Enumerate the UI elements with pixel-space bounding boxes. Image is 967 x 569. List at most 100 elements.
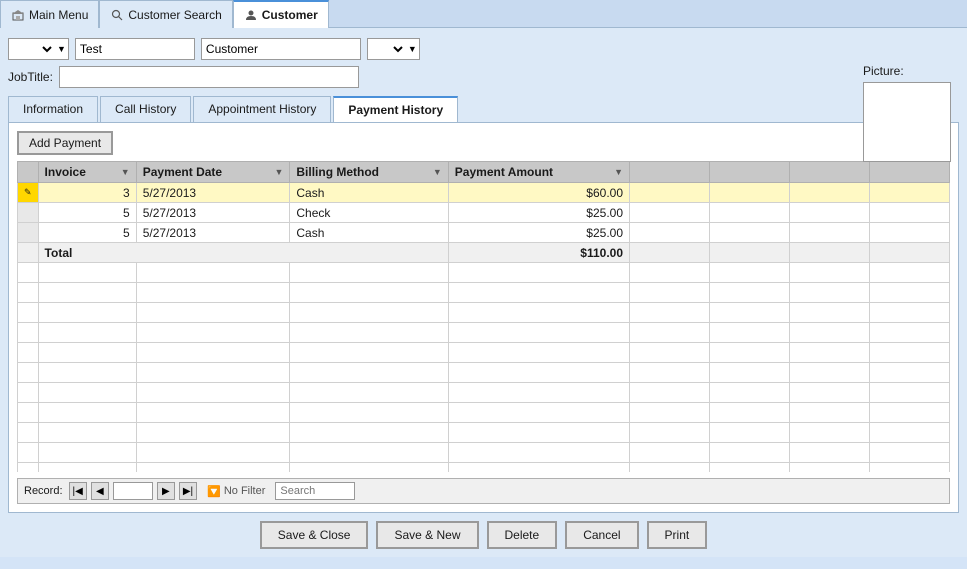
empty-row xyxy=(18,383,950,403)
suffix-arrow-icon: ▼ xyxy=(406,44,419,54)
home-icon xyxy=(11,8,25,22)
billing-method-sort-icon: ▼ xyxy=(433,167,442,177)
cell-extra-3-2 xyxy=(790,203,870,223)
cell-payment-amount-1: $60.00 xyxy=(448,183,629,203)
cell-invoice-1: 3 xyxy=(38,183,136,203)
tab-information[interactable]: Information xyxy=(8,96,98,122)
tab-appointment-history[interactable]: Appointment History xyxy=(193,96,331,122)
payment-table: Invoice ▼ Payment Date ▼ xyxy=(17,161,950,472)
filter-icon: 🔽 xyxy=(207,485,221,498)
content-tabs-wrapper: Information Call History Appointment His… xyxy=(0,96,967,513)
tab-payment-history[interactable]: Payment History xyxy=(333,96,458,122)
cell-billing-method-1: Cash xyxy=(290,183,448,203)
person-icon xyxy=(244,8,258,22)
cell-invoice-2: 5 xyxy=(38,203,136,223)
cell-extra-3-1 xyxy=(790,183,870,203)
row-indicator-2 xyxy=(18,203,39,223)
record-search-input[interactable] xyxy=(275,482,355,500)
col-extra-2-header xyxy=(710,162,790,183)
tab-customer-label: Customer xyxy=(262,8,318,22)
cancel-button[interactable]: Cancel xyxy=(565,521,638,549)
cell-extra-2-2 xyxy=(710,203,790,223)
invoice-sort-icon: ▼ xyxy=(121,167,130,177)
save-close-button[interactable]: Save & Close xyxy=(260,521,369,549)
suffix-select[interactable]: Jr. Sr. II III xyxy=(368,39,406,59)
total-amount-cell: $110.00 xyxy=(448,243,629,263)
title-bar: Main Menu Customer Search Customer xyxy=(0,0,967,28)
tab-main-menu-label: Main Menu xyxy=(29,8,88,22)
cell-payment-date-2: 5/27/2013 xyxy=(136,203,290,223)
cell-extra-1-1 xyxy=(630,183,710,203)
col-payment-date-header[interactable]: Payment Date ▼ xyxy=(136,162,290,183)
empty-row xyxy=(18,343,950,363)
tab-call-history[interactable]: Call History xyxy=(100,96,191,122)
payment-date-sort-icon: ▼ xyxy=(274,167,283,177)
print-button[interactable]: Print xyxy=(647,521,708,549)
cell-extra-1-3 xyxy=(630,223,710,243)
empty-row xyxy=(18,363,950,383)
tab-customer[interactable]: Customer xyxy=(233,0,329,28)
col-invoice-header[interactable]: Invoice ▼ xyxy=(38,162,136,183)
jobtitle-input[interactable] xyxy=(59,66,359,88)
empty-row xyxy=(18,283,950,303)
picture-area: Picture: xyxy=(863,64,951,162)
payment-table-container[interactable]: Invoice ▼ Payment Date ▼ xyxy=(17,161,950,472)
empty-row xyxy=(18,463,950,473)
total-label-cell: Total xyxy=(38,243,448,263)
cell-invoice-3: 5 xyxy=(38,223,136,243)
picture-box xyxy=(863,82,951,162)
jobtitle-row: JobTitle: xyxy=(8,64,959,90)
total-indicator xyxy=(18,243,39,263)
tab-customer-search[interactable]: Customer Search xyxy=(99,0,232,28)
first-name-input[interactable] xyxy=(75,38,195,60)
total-label: Total xyxy=(45,246,73,260)
cell-extra-3-3 xyxy=(790,223,870,243)
cell-payment-amount-3: $25.00 xyxy=(448,223,629,243)
picture-label: Picture: xyxy=(863,64,904,78)
col-payment-amount-header[interactable]: Payment Amount ▼ xyxy=(448,162,629,183)
save-new-button[interactable]: Save & New xyxy=(376,521,478,549)
search-icon xyxy=(110,8,124,22)
empty-row xyxy=(18,303,950,323)
cell-payment-date-1: 5/27/2013 xyxy=(136,183,290,203)
empty-row xyxy=(18,403,950,423)
jobtitle-label: JobTitle: xyxy=(8,70,53,84)
prefix-arrow-icon: ▼ xyxy=(55,44,68,54)
row-indicator-3 xyxy=(18,223,39,243)
cell-extra-1-2 xyxy=(630,203,710,223)
record-nav-label: Record: xyxy=(24,485,63,497)
table-row[interactable]: 5 5/27/2013 Cash $25.00 xyxy=(18,223,950,243)
nav-prev-button[interactable]: ◀ xyxy=(91,482,109,500)
record-nav: Record: |◀ ◀ ▶ ▶| 🔽 No Filter xyxy=(17,478,950,504)
table-row[interactable]: 5 5/27/2013 Check $25.00 xyxy=(18,203,950,223)
suffix-dropdown[interactable]: Jr. Sr. II III ▼ xyxy=(367,38,420,60)
last-name-input[interactable] xyxy=(201,38,361,60)
col-extra-4-header xyxy=(870,162,950,183)
cell-payment-date-3: 5/27/2013 xyxy=(136,223,290,243)
col-indicator-header xyxy=(18,162,39,183)
nav-first-button[interactable]: |◀ xyxy=(69,482,87,500)
content-panel: Add Payment Invoice ▼ xyxy=(8,123,959,513)
nav-next-button[interactable]: ▶ xyxy=(157,482,175,500)
cell-extra-4-3 xyxy=(870,223,950,243)
cell-extra-4-1 xyxy=(870,183,950,203)
form-wrapper: Mr. Mrs. Ms. Dr. ▼ Jr. Sr. II III ▼ JobT… xyxy=(0,28,967,96)
no-filter-label: No Filter xyxy=(224,485,266,497)
cell-billing-method-3: Cash xyxy=(290,223,448,243)
cell-billing-method-2: Check xyxy=(290,203,448,223)
nav-last-button[interactable]: ▶| xyxy=(179,482,197,500)
cell-extra-4-2 xyxy=(870,203,950,223)
table-row[interactable]: ✎ 3 5/27/2013 Cash $60.00 xyxy=(18,183,950,203)
tab-customer-search-label: Customer Search xyxy=(128,8,221,22)
cell-extra-2-1 xyxy=(710,183,790,203)
delete-button[interactable]: Delete xyxy=(487,521,558,549)
no-filter-indicator: 🔽 No Filter xyxy=(207,485,265,498)
empty-row xyxy=(18,263,950,283)
prefix-select[interactable]: Mr. Mrs. Ms. Dr. xyxy=(9,39,55,59)
prefix-dropdown[interactable]: Mr. Mrs. Ms. Dr. ▼ xyxy=(8,38,69,60)
col-extra-3-header xyxy=(790,162,870,183)
nav-page-input[interactable] xyxy=(113,482,153,500)
add-payment-button[interactable]: Add Payment xyxy=(17,131,113,155)
tab-main-menu[interactable]: Main Menu xyxy=(0,0,99,28)
col-billing-method-header[interactable]: Billing Method ▼ xyxy=(290,162,448,183)
